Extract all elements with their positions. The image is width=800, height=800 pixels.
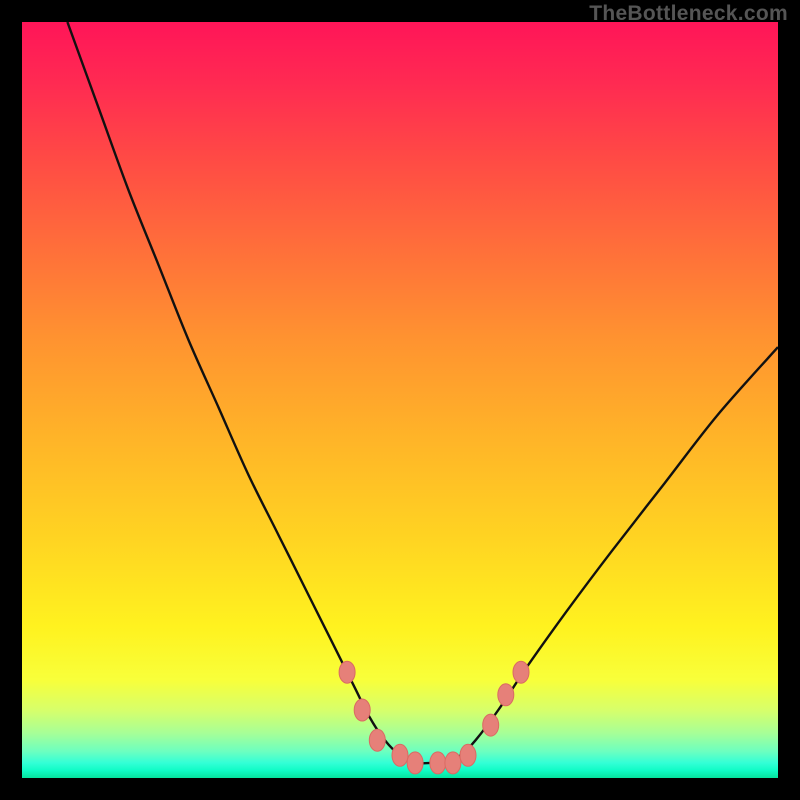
chart-frame: TheBottleneck.com	[0, 0, 800, 800]
curve-marker	[354, 699, 370, 721]
curve-marker	[498, 684, 514, 706]
curve-marker	[407, 752, 423, 774]
curve-marker	[513, 661, 529, 683]
curve-marker	[460, 744, 476, 766]
chart-svg	[22, 22, 778, 778]
curve-marker	[445, 752, 461, 774]
watermark-text: TheBottleneck.com	[589, 2, 788, 26]
curve-marker	[369, 729, 385, 751]
curve-marker	[392, 744, 408, 766]
curve-marker	[483, 714, 499, 736]
curve-markers	[339, 661, 529, 774]
bottleneck-curve	[67, 22, 778, 763]
curve-marker	[430, 752, 446, 774]
curve-marker	[339, 661, 355, 683]
plot-background	[22, 22, 778, 778]
